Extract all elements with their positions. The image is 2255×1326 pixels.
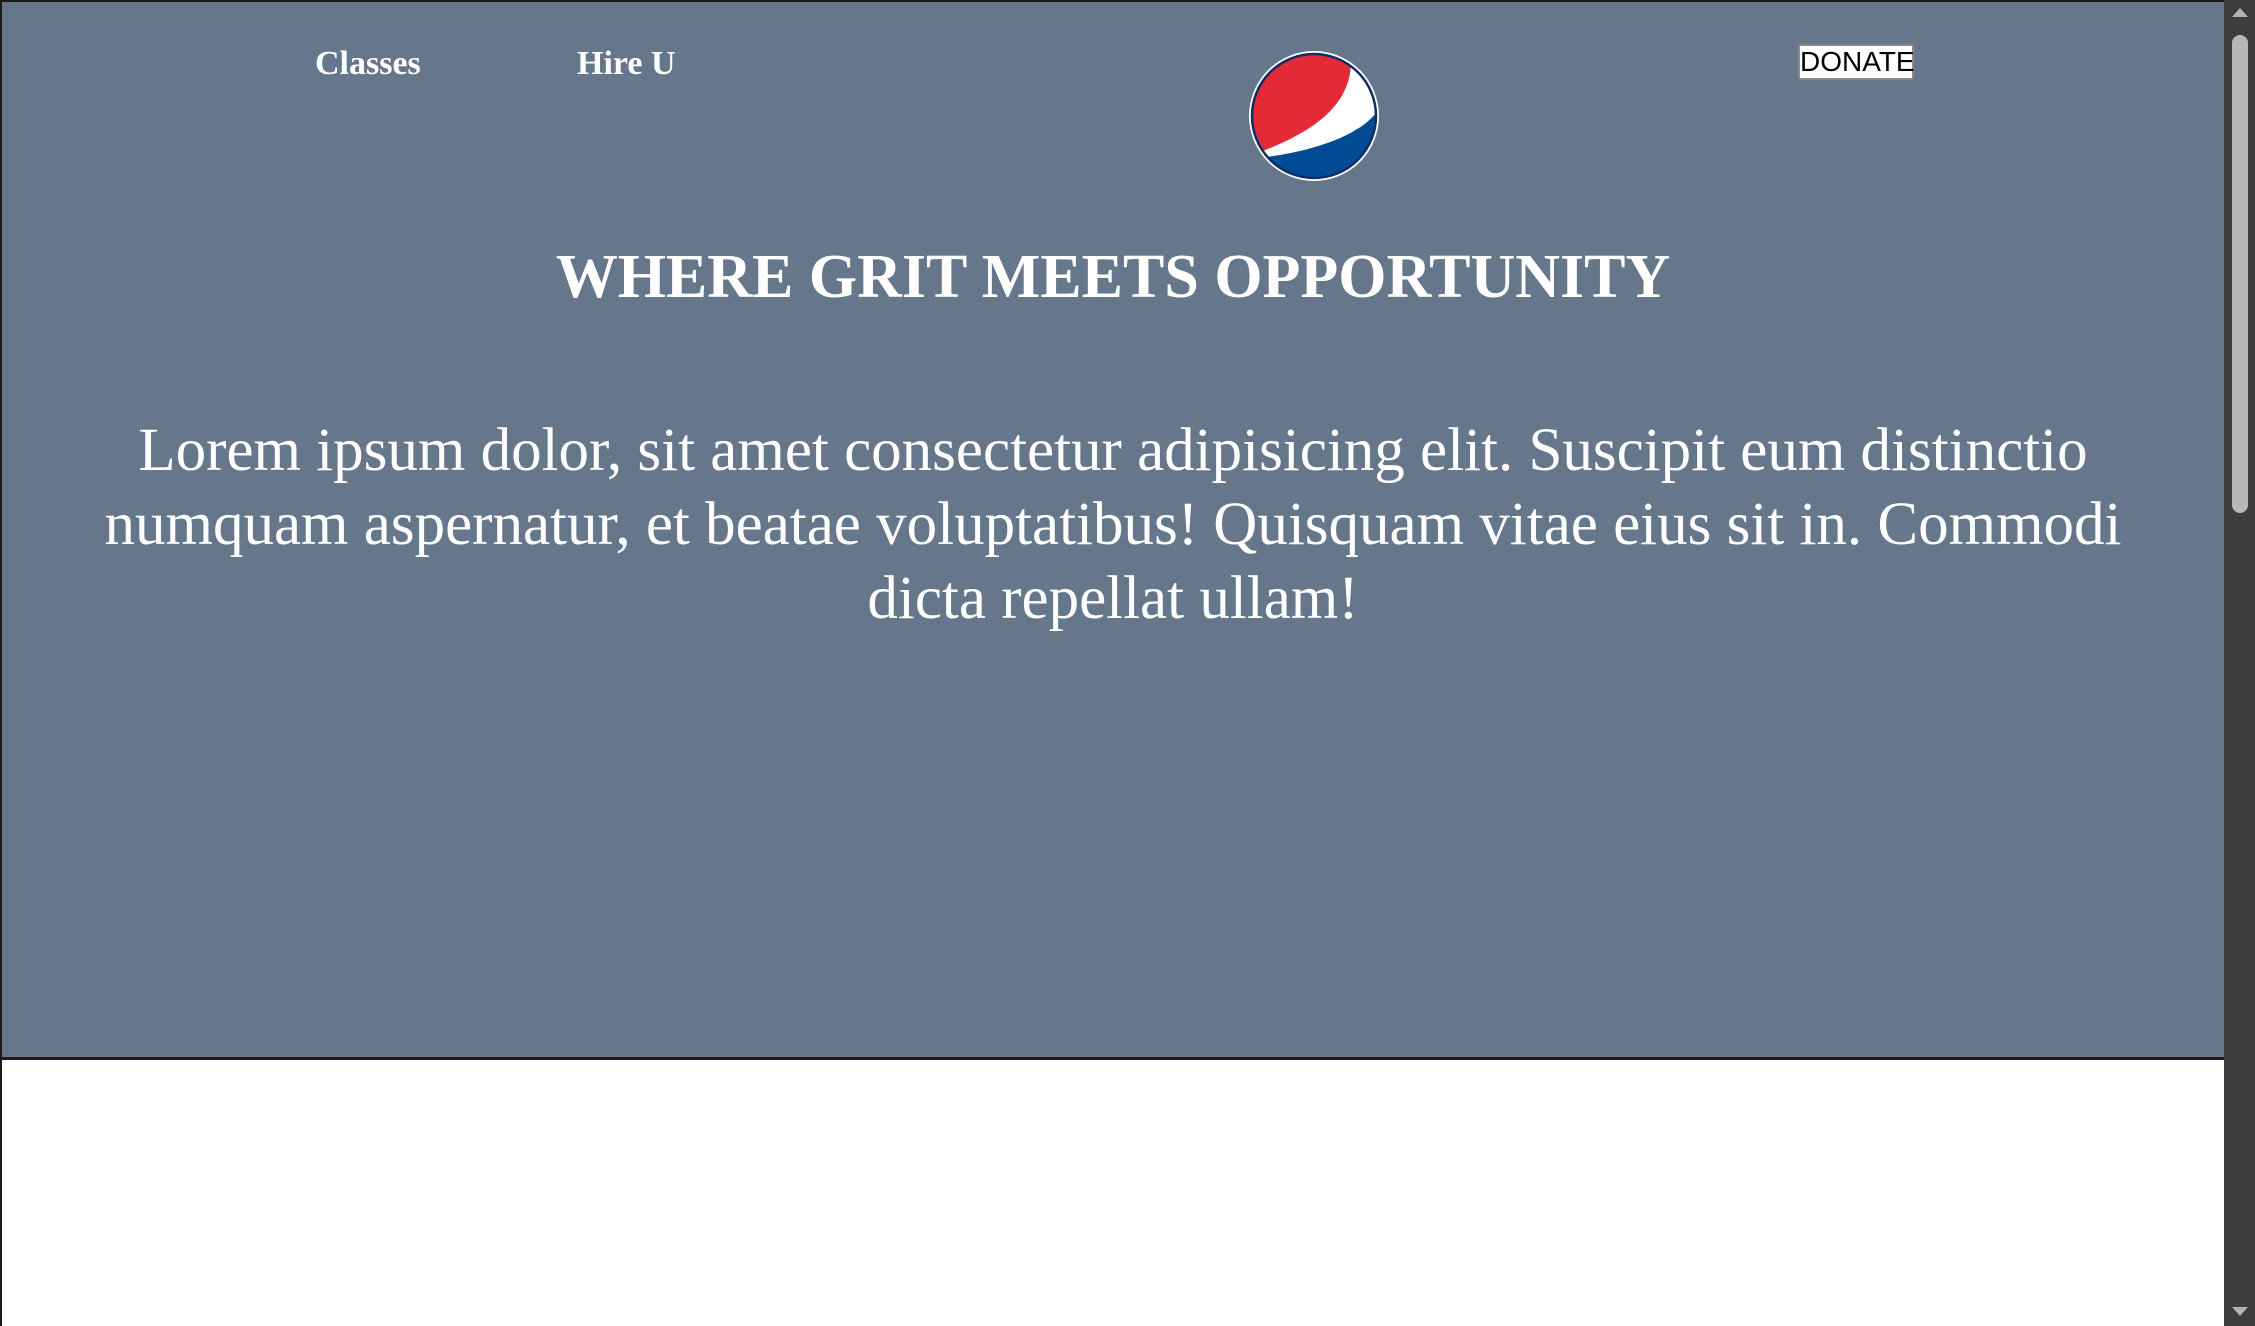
browser-viewport: Classes Hire U DONATE WHERE GRIT MEETS O… [0,0,2224,1326]
pepsi-logo-icon [1248,49,1380,183]
hero-paragraph: Lorem ipsum dolor, sit amet consectetur … [104,417,2122,632]
scroll-down-arrow-icon[interactable] [2224,1300,2255,1324]
hero-section: Classes Hire U DONATE WHERE GRIT MEETS O… [2,0,2224,1060]
donate-button[interactable]: DONATE [1798,44,1915,80]
hero-headline: WHERE GRIT MEETS OPPORTUNITY [555,243,1671,311]
vertical-scrollbar[interactable] [2224,0,2255,1326]
nav-link-hire-u[interactable]: Hire U [577,42,676,86]
nav-link-classes[interactable]: Classes [315,42,421,86]
scrollbar-thumb[interactable] [2232,35,2248,513]
scroll-up-arrow-icon[interactable] [2224,0,2255,24]
